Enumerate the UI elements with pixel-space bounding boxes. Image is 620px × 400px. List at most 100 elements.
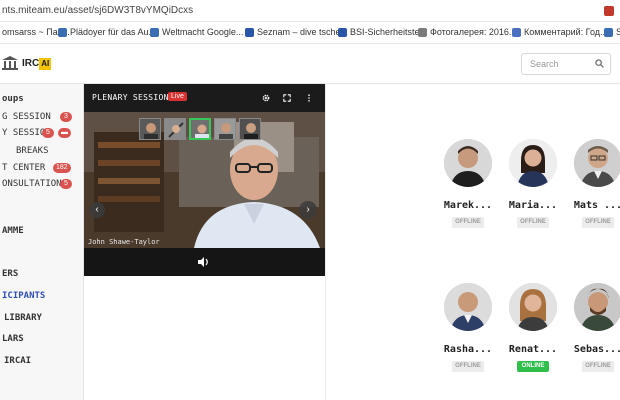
sidebar: oups G SESSION 3 Y SESSION 5 ▬ BREAKS T … [0, 84, 84, 400]
status-badge: OFFLINE [517, 217, 549, 228]
video-footer [84, 248, 325, 276]
bookmark-label: Plädoyer für das Au... [70, 27, 157, 37]
participant-name: Mats ... [573, 200, 620, 211]
volume-icon[interactable] [198, 257, 210, 267]
bookmark-item[interactable]: Seznam – dive tsche... [245, 27, 348, 37]
sidebar-item-breaks[interactable]: BREAKS [16, 146, 49, 156]
participant-card[interactable]: Mats ... OFFLINE [568, 139, 620, 239]
sidebar-item-scholars[interactable]: LARS [2, 334, 24, 344]
status-badge: OFFLINE [452, 217, 484, 228]
thumbnail-image [140, 119, 160, 139]
bookmark-item[interactable]: Plädoyer für das Au... [58, 27, 156, 37]
sidebar-badge: 5 [60, 179, 72, 189]
sidebar-item-participants[interactable]: ICIPANTS [2, 291, 45, 301]
thumbnail-strip [139, 118, 261, 140]
sidebar-item-library[interactable]: LIBRARY [4, 313, 42, 323]
sidebar-item-g-session[interactable]: G SESSION [2, 112, 51, 122]
search-icon[interactable] [595, 59, 604, 68]
sidebar-item-t-center[interactable]: T CENTER [2, 163, 45, 173]
bookmark-item[interactable]: S [604, 27, 620, 37]
sidebar-item-ircai[interactable]: IRCAI [4, 356, 31, 366]
session-title: PLENARY SESSION [92, 93, 169, 102]
participant-name: Maria... [508, 200, 558, 211]
avatar-image [444, 139, 492, 187]
participant-thumbnail[interactable] [239, 118, 261, 140]
sidebar-badge: 5 [42, 128, 54, 138]
more-options-icon[interactable] [305, 94, 313, 102]
participant-name: Renat... [508, 344, 558, 355]
participant-name: Sebas... [573, 344, 620, 355]
bookmark-label: S [616, 27, 620, 37]
bookmark-label: Комментарий: Год... [524, 27, 608, 37]
avatar-image [574, 139, 620, 187]
sidebar-badge: 3 [60, 112, 72, 122]
avatar [574, 283, 620, 331]
bookmark-item[interactable]: Weltmacht Google... [150, 27, 243, 37]
bookmark-item[interactable]: Комментарий: Год... [512, 27, 608, 37]
globe-icon [58, 27, 67, 37]
fullscreen-icon[interactable] [283, 94, 291, 102]
bookmark-label: Seznam – dive tsche... [257, 27, 349, 37]
building-logo-icon [2, 56, 18, 70]
participant-thumbnail-active[interactable] [189, 118, 211, 140]
avatar [509, 283, 557, 331]
status-badge: OFFLINE [582, 217, 614, 228]
globe-icon [150, 27, 159, 37]
url-text[interactable]: nts.miteam.eu/asset/sj6DW3T8vYMQiDcxs [2, 5, 193, 16]
video-player: PLENARY SESSION Live John Shawe-Taylor ‹… [84, 84, 325, 276]
app-window: nts.miteam.eu/asset/sj6DW3T8vYMQiDcxs om… [0, 0, 620, 400]
bookmark-item[interactable]: Фотогалерея: 2016... [418, 27, 516, 37]
avatar [444, 283, 492, 331]
sidebar-item-speakers[interactable]: ERS [2, 269, 18, 279]
sidebar-section-groups: oups [2, 94, 24, 104]
participant-card[interactable]: Sebas... OFFLINE [568, 283, 620, 383]
search-placeholder: Search [530, 59, 559, 69]
bookmark-item[interactable]: BSI-Sicherheitstest [338, 27, 427, 37]
thumbnail-image [165, 119, 185, 139]
status-badge: OFFLINE [452, 361, 484, 372]
avatar [444, 139, 492, 187]
thumbnail-image [215, 119, 235, 139]
participant-thumbnail[interactable] [164, 118, 186, 140]
bsi-icon [338, 27, 347, 37]
participant-thumbnail[interactable] [214, 118, 236, 140]
live-badge: Live [168, 92, 187, 101]
globe-icon [604, 27, 613, 37]
globe-icon [512, 27, 521, 37]
participant-name: Marek... [443, 200, 493, 211]
search-input[interactable]: Search [521, 53, 611, 75]
participant-card[interactable]: Maria... OFFLINE [503, 139, 563, 239]
seznam-icon [245, 27, 254, 37]
participant-card[interactable]: Rasha... OFFLINE [438, 283, 498, 383]
sidebar-item-programme[interactable]: AMME [2, 226, 24, 236]
logo[interactable]: IRC AI [22, 56, 52, 70]
avatar-image [574, 283, 620, 331]
participant-card[interactable]: Renat... ONLINE [503, 283, 563, 383]
logo-text: IRC [22, 58, 40, 69]
prev-arrow-icon[interactable]: ‹ [89, 202, 105, 218]
next-arrow-icon[interactable]: › [299, 201, 317, 219]
bookmark-label: Фотогалерея: 2016... [430, 27, 517, 37]
participant-card[interactable]: Marek... OFFLINE [438, 139, 498, 239]
avatar [574, 139, 620, 187]
avatar-image [509, 139, 557, 187]
logo-badge: AI [39, 58, 52, 70]
bookmark-label: Weltmacht Google... [162, 27, 244, 37]
avatar-image [444, 283, 492, 331]
sidebar-item-consultation[interactable]: ONSULTATION [2, 179, 62, 189]
extension-icon[interactable] [604, 6, 614, 16]
sidebar-badge: 182 [53, 163, 71, 173]
photo-icon [418, 27, 427, 37]
participant-thumbnail[interactable] [139, 118, 161, 140]
avatar [509, 139, 557, 187]
status-badge: OFFLINE [582, 361, 614, 372]
browser-url-bar[interactable]: nts.miteam.eu/asset/sj6DW3T8vYMQiDcxs [0, 0, 620, 22]
settings-gear-icon[interactable] [262, 94, 270, 102]
bookmarks-bar: omsarss ~ Пас... Plädoyer für das Au... … [0, 22, 620, 44]
status-badge: ONLINE [517, 361, 549, 372]
avatar-image [509, 283, 557, 331]
thumbnail-image [240, 119, 260, 139]
participant-name: Rasha... [443, 344, 493, 355]
speaker-name-label: John Shawe-Taylor [88, 238, 160, 246]
video-badge-icon: ▬ [58, 128, 71, 138]
